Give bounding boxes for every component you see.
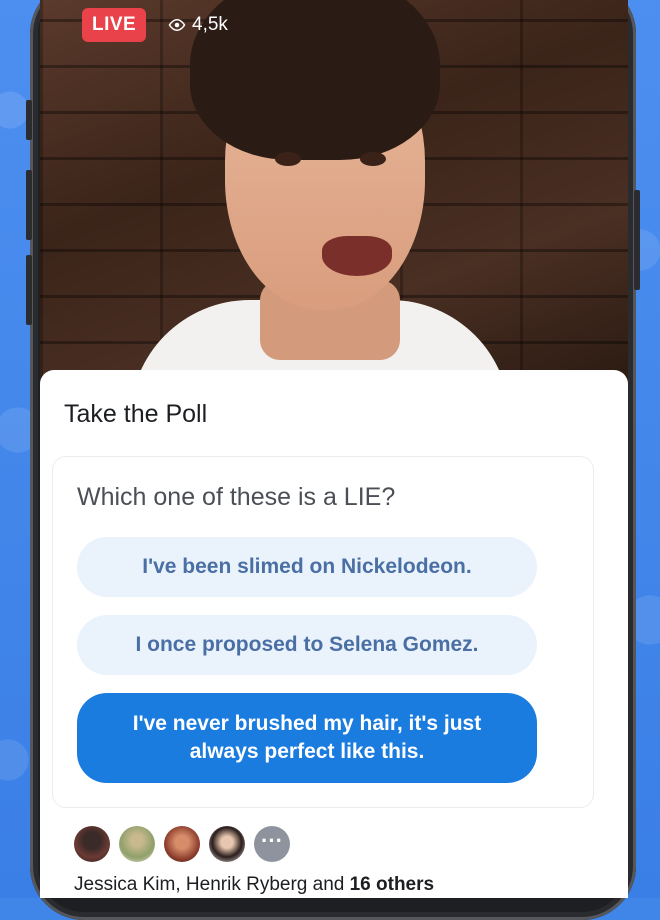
poll-card: Which one of these is a LIE? I've been s… bbox=[52, 456, 594, 808]
poll-question: Which one of these is a LIE? bbox=[77, 483, 396, 511]
avatar[interactable] bbox=[209, 826, 245, 862]
poll-title: Take the Poll bbox=[64, 400, 208, 428]
poll-sheet: Take the Poll Which one of these is a LI… bbox=[40, 370, 628, 898]
viewer-count: 4,5k bbox=[168, 8, 228, 42]
live-video[interactable]: LIVE 4,5k bbox=[40, 0, 628, 440]
avatar[interactable] bbox=[164, 826, 200, 862]
participants-summary[interactable]: Jessica Kim, Henrik Ryberg and 16 others bbox=[74, 874, 434, 896]
participant-names: Jessica Kim, Henrik Ryberg bbox=[74, 874, 308, 895]
video-subject-eye bbox=[275, 152, 301, 166]
poll-option-3-selected[interactable]: I've never brushed my hair, it's just al… bbox=[77, 693, 537, 783]
participants-others[interactable]: 16 others bbox=[350, 874, 434, 895]
viewer-count-value: 4,5k bbox=[192, 14, 228, 35]
more-participants-icon[interactable]: ··· bbox=[254, 826, 290, 862]
video-subject-mouth bbox=[322, 236, 392, 276]
phone-volume-up bbox=[26, 170, 32, 240]
avatar[interactable] bbox=[74, 826, 110, 862]
video-subject-eye bbox=[360, 152, 386, 166]
phone-screen: LIVE 4,5k Take the Poll Which one of the… bbox=[40, 0, 628, 898]
participant-avatars[interactable]: ··· bbox=[74, 826, 290, 862]
poll-option-2[interactable]: I once proposed to Selena Gomez. bbox=[77, 615, 537, 675]
avatar[interactable] bbox=[119, 826, 155, 862]
participants-connector: and bbox=[307, 874, 350, 895]
live-badge: LIVE bbox=[82, 8, 147, 42]
eye-icon bbox=[168, 18, 186, 32]
phone-side-button bbox=[26, 100, 32, 140]
poll-option-1[interactable]: I've been slimed on Nickelodeon. bbox=[77, 537, 537, 597]
phone-power-button bbox=[634, 190, 640, 290]
phone-volume-down bbox=[26, 255, 32, 325]
